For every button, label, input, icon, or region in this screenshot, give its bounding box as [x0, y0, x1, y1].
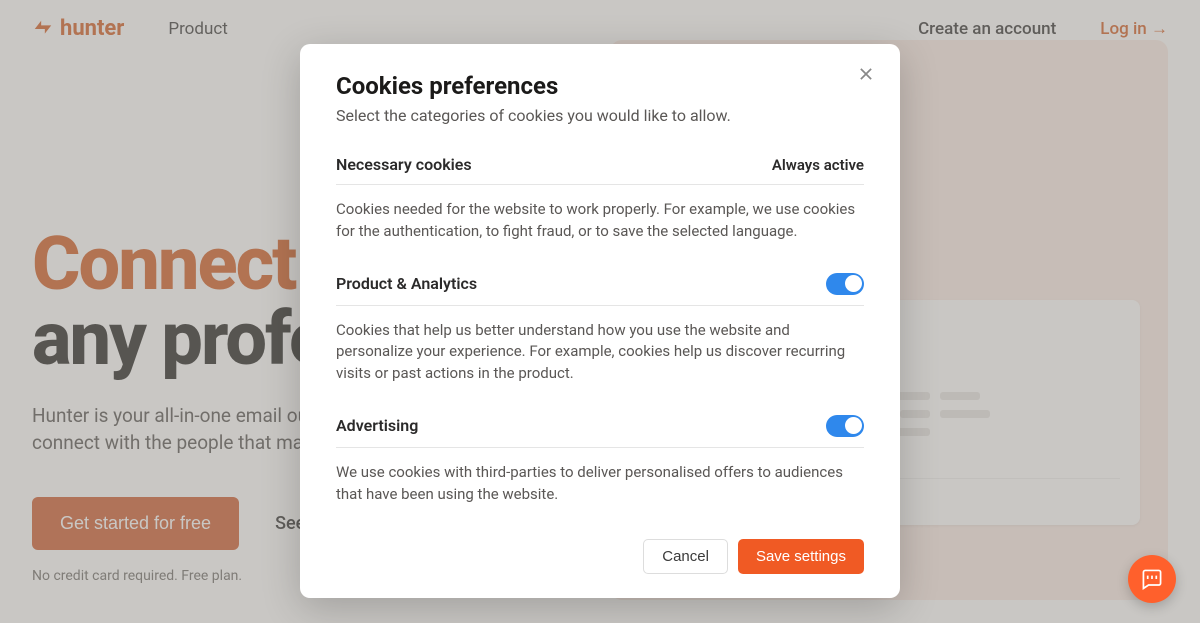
- chat-icon: [1140, 567, 1164, 591]
- necessary-desc: Cookies needed for the website to work p…: [336, 199, 864, 243]
- close-button[interactable]: [856, 66, 876, 86]
- analytics-toggle[interactable]: [826, 273, 864, 295]
- section-analytics: Product & Analytics Cookies that help us…: [336, 273, 864, 385]
- modal-footer: Cancel Save settings: [336, 539, 864, 574]
- advertising-title: Advertising: [336, 416, 418, 435]
- cancel-button[interactable]: Cancel: [643, 539, 728, 574]
- advertising-desc: We use cookies with third-parties to del…: [336, 462, 864, 506]
- advertising-toggle[interactable]: [826, 415, 864, 437]
- section-necessary: Necessary cookies Always active Cookies …: [336, 155, 864, 243]
- close-icon: [860, 68, 872, 80]
- cookies-modal: Cookies preferences Select the categorie…: [300, 44, 900, 598]
- save-settings-button[interactable]: Save settings: [738, 539, 864, 574]
- modal-overlay[interactable]: Cookies preferences Select the categorie…: [0, 0, 1200, 623]
- analytics-desc: Cookies that help us better understand h…: [336, 320, 864, 385]
- intercom-launcher[interactable]: [1128, 555, 1176, 603]
- modal-subtitle: Select the categories of cookies you wou…: [336, 106, 864, 125]
- necessary-title: Necessary cookies: [336, 155, 472, 174]
- modal-title: Cookies preferences: [336, 72, 864, 100]
- always-active-badge: Always active: [772, 156, 864, 174]
- analytics-title: Product & Analytics: [336, 274, 477, 293]
- section-advertising: Advertising We use cookies with third-pa…: [336, 415, 864, 506]
